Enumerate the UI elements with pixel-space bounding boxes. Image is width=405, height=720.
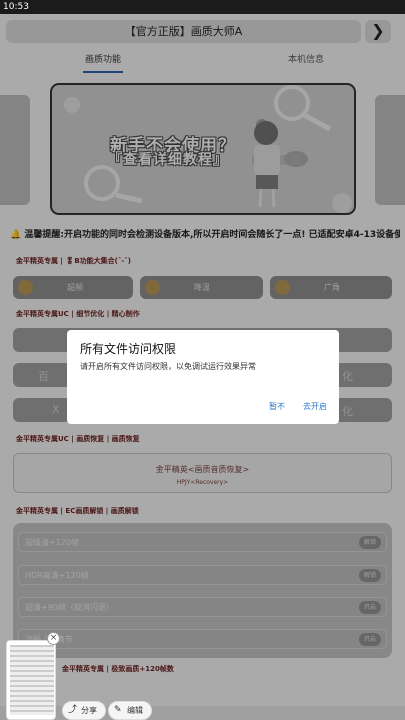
share-label: 分享 [81, 706, 97, 715]
pencil-icon: ✎ [114, 705, 122, 715]
dialog-message: 请开启所有文件访问权限，以免调试运行效果异常 [80, 362, 256, 371]
edit-label: 编辑 [127, 706, 143, 715]
screenshot-preview [10, 645, 54, 715]
status-bar: 10:53 [0, 0, 405, 14]
dialog-title: 所有文件访问权限 [80, 342, 177, 356]
go-enable-button[interactable]: 去开启 [303, 401, 327, 412]
close-icon[interactable]: × [47, 632, 60, 645]
share-icon: ⤴ [68, 705, 78, 715]
screenshot-thumbnail[interactable] [6, 640, 56, 720]
edit-button[interactable]: ✎ 编辑 [108, 701, 152, 720]
status-time: 10:53 [3, 2, 29, 12]
permission-dialog: 所有文件访问权限 请开启所有文件访问权限，以免调试运行效果异常 暂不 去开启 [67, 330, 339, 424]
not-now-button[interactable]: 暂不 [269, 401, 285, 412]
share-button[interactable]: ⤴ 分享 [62, 701, 106, 720]
